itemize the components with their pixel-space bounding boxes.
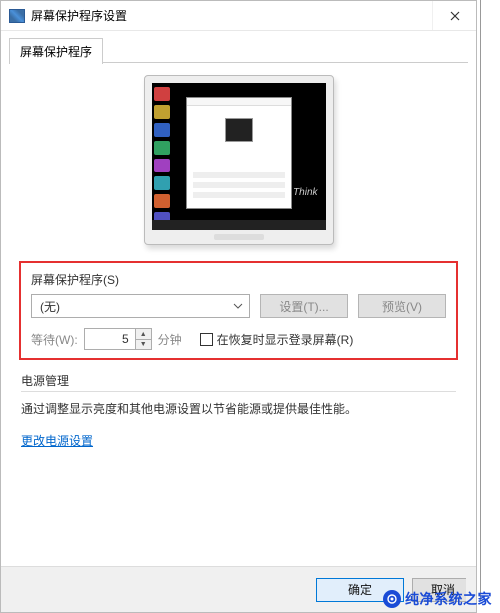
wait-input[interactable] <box>85 329 135 349</box>
wait-row: 等待(W): ▲ ▼ 分钟 在恢复时显示登录屏幕(R) <box>31 328 446 350</box>
spin-down[interactable]: ▼ <box>135 339 151 349</box>
dialog-content: Think 屏幕保护程序(S) (无) 设置(T)... 预览(V) 等待(W)… <box>1 63 476 566</box>
preview-inner-window <box>186 97 292 209</box>
settings-button[interactable]: 设置(T)... <box>260 294 348 318</box>
screensaver-dropdown[interactable]: (无) <box>31 294 250 318</box>
right-edge <box>480 0 500 600</box>
titlebar: 屏幕保护程序设置 <box>1 1 476 31</box>
wait-label: 等待(W): <box>31 331 78 348</box>
spin-up[interactable]: ▲ <box>135 329 151 339</box>
divider <box>21 391 456 392</box>
window-title: 屏幕保护程序设置 <box>31 7 432 24</box>
wait-spinner[interactable]: ▲ ▼ <box>84 328 152 350</box>
close-button[interactable] <box>432 1 476 30</box>
wait-unit: 分钟 <box>158 331 182 348</box>
power-description: 通过调整显示亮度和其他电源设置以节省能源或提供最佳性能。 <box>21 400 456 418</box>
brand-text: Think <box>293 187 317 198</box>
ok-button[interactable]: 确定 <box>316 578 404 602</box>
monitor-frame: Think <box>144 75 334 245</box>
power-settings-link[interactable]: 更改电源设置 <box>21 434 93 448</box>
tab-screensaver[interactable]: 屏幕保护程序 <box>9 38 103 64</box>
power-heading: 电源管理 <box>21 372 456 389</box>
screensaver-section: 屏幕保护程序(S) (无) 设置(T)... 预览(V) 等待(W): ▲ ▼ <box>19 261 458 360</box>
desktop-icons <box>152 83 178 230</box>
preview-button[interactable]: 预览(V) <box>358 294 446 318</box>
section-label: 屏幕保护程序(S) <box>31 271 446 288</box>
chevron-down-icon <box>233 303 243 309</box>
close-icon <box>450 11 460 21</box>
checkbox-label: 在恢复时显示登录屏幕(R) <box>217 331 354 348</box>
dropdown-value: (无) <box>40 298 60 315</box>
app-icon <box>9 9 25 23</box>
taskbar <box>152 220 326 230</box>
screensaver-settings-window: 屏幕保护程序设置 屏幕保护程序 Thi <box>0 0 477 613</box>
monitor-preview: Think <box>19 75 458 245</box>
screensaver-row: (无) 设置(T)... 预览(V) <box>31 294 446 318</box>
power-section: 电源管理 通过调整显示亮度和其他电源设置以节省能源或提供最佳性能。 更改电源设置 <box>19 372 458 450</box>
monitor-screen: Think <box>152 83 326 230</box>
checkbox-box <box>200 333 213 346</box>
resume-checkbox[interactable]: 在恢复时显示登录屏幕(R) <box>200 331 354 348</box>
tab-strip: 屏幕保护程序 <box>1 31 476 63</box>
cancel-button[interactable]: 取消 <box>412 578 466 602</box>
dialog-button-bar: 确定 取消 <box>1 566 476 612</box>
